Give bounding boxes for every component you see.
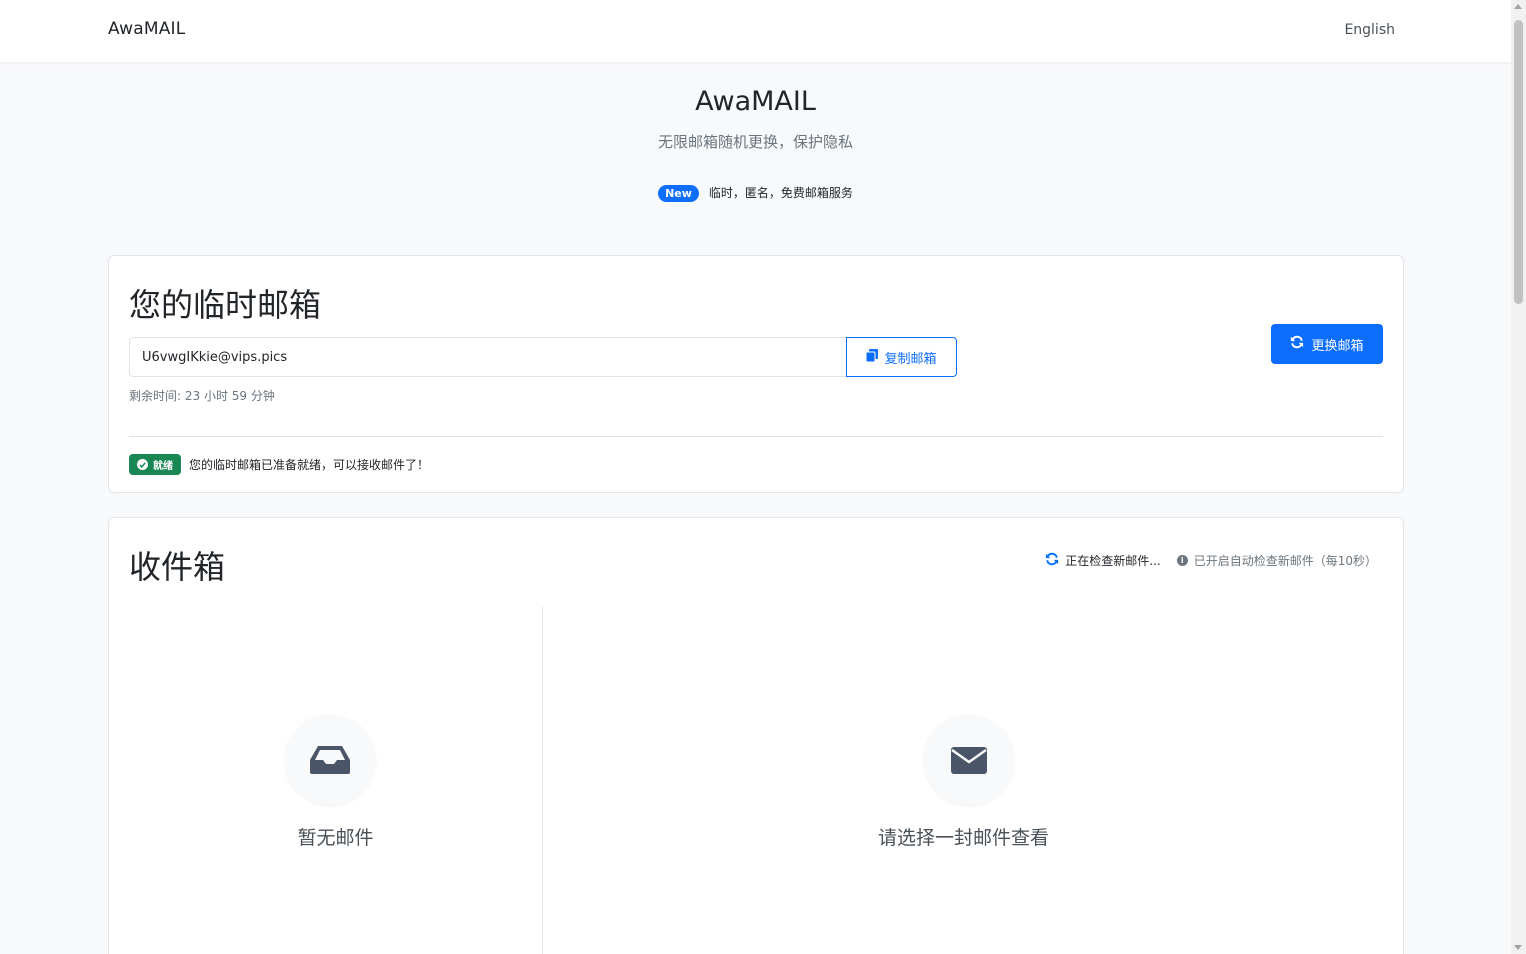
email-list-panel: 暂无邮件 <box>129 607 543 954</box>
remaining-time: 剩余时间: 23 小时 59 分钟 <box>129 389 275 403</box>
page-scrollbar[interactable] <box>1511 0 1526 954</box>
ready-badge: 就绪 <box>129 454 181 475</box>
divider <box>129 436 1383 437</box>
navbar: AwaMAIL English <box>0 0 1511 62</box>
scroll-down-arrow[interactable] <box>1514 945 1522 950</box>
hero-subtitle: 无限邮箱随机更换，保护隐私 <box>657 133 853 151</box>
envelope-icon <box>924 715 1014 805</box>
ready-badge-label: 就绪 <box>153 461 173 472</box>
info-icon: i <box>1176 555 1188 566</box>
hero-tagline: 临时，匿名，免费邮箱服务 <box>708 186 853 200</box>
hero-title: AwaMAIL <box>695 86 816 117</box>
refresh-icon <box>1045 552 1059 569</box>
copy-email-button[interactable]: 复制邮箱 <box>846 337 957 377</box>
new-badge: New <box>658 185 699 202</box>
email-address-field[interactable] <box>129 337 847 377</box>
mailbox-card: 您的临时邮箱 复制邮箱 更换邮箱 剩余时间: 23 小时 59 分钟 就绪 您的… <box>108 255 1404 493</box>
navbar-brand[interactable]: AwaMAIL <box>108 19 185 39</box>
change-email-label: 更换邮箱 <box>1311 338 1364 354</box>
auto-check-text: 已开启自动检查新邮件（每10秒） <box>1193 554 1377 568</box>
change-email-button[interactable]: 更换邮箱 <box>1271 324 1383 364</box>
refresh-icon <box>1290 335 1304 353</box>
inbox-title: 收件箱 <box>129 548 226 586</box>
inbox-tray-icon <box>285 715 375 805</box>
copy-email-label: 复制邮箱 <box>884 351 937 367</box>
status-row: 就绪 您的临时邮箱已准备就绪，可以接收邮件了！ <box>129 454 429 475</box>
checking-text: 正在检查新邮件... <box>1065 554 1161 568</box>
checking-indicator: 正在检查新邮件... <box>1045 552 1161 569</box>
inbox-status: 正在检查新邮件... i 已开启自动检查新邮件（每10秒） <box>1045 552 1377 569</box>
auto-check-note: i 已开启自动检查新邮件（每10秒） <box>1176 552 1377 569</box>
status-text: 您的临时邮箱已准备就绪，可以接收邮件了！ <box>189 458 430 472</box>
language-switch[interactable]: English <box>1344 22 1395 38</box>
empty-view-text: 请选择一封邮件查看 <box>877 827 1049 849</box>
email-view-panel: 请选择一封邮件查看 <box>544 607 1383 954</box>
scroll-up-arrow[interactable] <box>1514 4 1522 9</box>
copy-icon <box>865 348 879 366</box>
empty-list-text: 暂无邮件 <box>297 827 374 849</box>
scroll-thumb[interactable] <box>1514 20 1523 304</box>
hero-tagline-row: New 临时，匿名，免费邮箱服务 <box>0 184 1511 202</box>
check-circle-icon <box>137 459 148 470</box>
mailbox-title: 您的临时邮箱 <box>129 286 322 324</box>
inbox-card: 收件箱 正在检查新邮件... i 已开启自动检查新邮件（每10秒） 暂无邮件 请… <box>108 517 1404 954</box>
